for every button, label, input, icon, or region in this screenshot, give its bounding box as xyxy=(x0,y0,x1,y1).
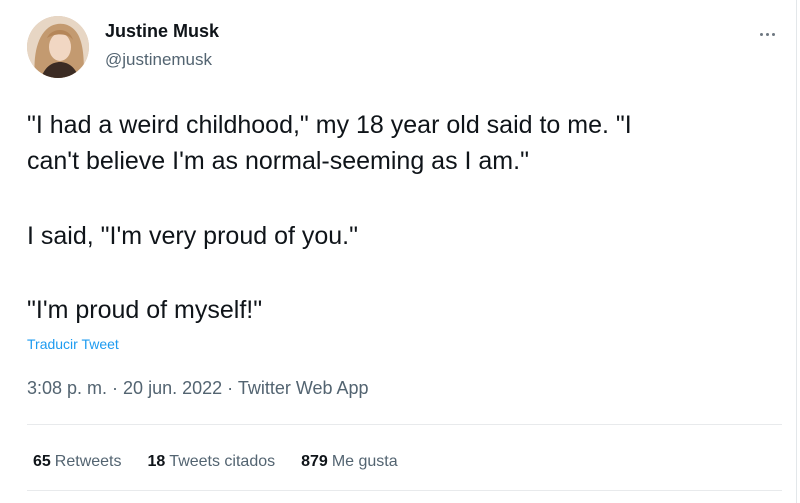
quote-tweets-count: 18 xyxy=(147,453,166,470)
more-options-button[interactable] xyxy=(752,24,782,44)
tweet-source[interactable]: Twitter Web App xyxy=(238,378,369,398)
tweet-meta: 3:08 p. m. · 20 jun. 2022 · Twitter Web … xyxy=(27,378,369,399)
likes-stat[interactable]: 879 Me gusta xyxy=(301,453,398,471)
retweets-stat[interactable]: 65 Retweets xyxy=(33,453,122,471)
tweet-text-line: "I had a weird childhood," my 18 year ol… xyxy=(27,111,632,139)
tweet-time[interactable]: 3:08 p. m. xyxy=(27,378,107,398)
meta-separator: · xyxy=(222,378,238,398)
avatar-image xyxy=(27,16,89,78)
divider xyxy=(27,490,782,491)
tweet-text-line: "I'm proud of myself!" xyxy=(27,296,263,324)
author-name[interactable]: Justine Musk xyxy=(105,21,219,42)
tweet-card: Justine Musk @justinemusk "I had a weird… xyxy=(0,0,800,503)
card-border xyxy=(796,0,797,503)
more-horizontal-icon xyxy=(765,32,769,36)
tweet-stats: 65 Retweets 18 Tweets citados 879 Me gusta xyxy=(33,453,398,471)
divider xyxy=(27,424,782,425)
retweets-label: Retweets xyxy=(54,453,122,470)
likes-label: Me gusta xyxy=(331,453,398,470)
quote-tweets-label: Tweets citados xyxy=(169,453,276,470)
avatar[interactable] xyxy=(27,16,89,78)
tweet-text-line: can't believe I'm as normal-seeming as I… xyxy=(27,147,529,175)
tweet-date[interactable]: 20 jun. 2022 xyxy=(123,378,222,398)
more-horizontal-icon xyxy=(771,32,775,36)
more-horizontal-icon xyxy=(759,32,763,36)
meta-separator: · xyxy=(107,378,124,398)
retweets-count: 65 xyxy=(33,453,51,470)
likes-count: 879 xyxy=(301,453,328,470)
author-handle[interactable]: @justinemusk xyxy=(105,50,212,70)
quote-tweets-stat[interactable]: 18 Tweets citados xyxy=(148,453,276,471)
translate-tweet-link[interactable]: Traducir Tweet xyxy=(27,336,119,352)
tweet-text-line: I said, "I'm very proud of you." xyxy=(27,222,358,250)
